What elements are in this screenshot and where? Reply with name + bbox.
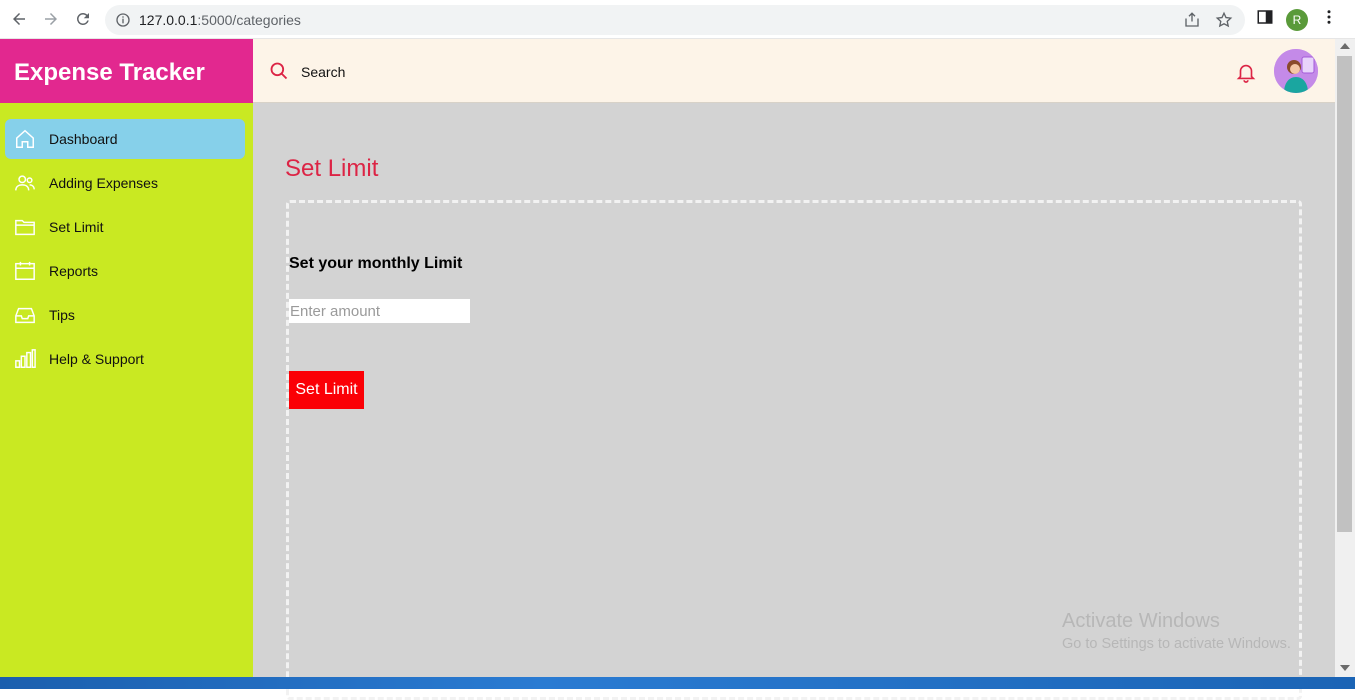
more-menu-icon[interactable] <box>1320 8 1338 26</box>
forward-button[interactable] <box>40 8 62 30</box>
scroll-down-arrow-icon[interactable] <box>1340 665 1350 671</box>
star-icon[interactable] <box>1215 11 1233 29</box>
set-limit-button[interactable]: Set Limit <box>289 371 364 409</box>
bar-chart-icon <box>15 349 36 368</box>
sidebar-item-dashboard[interactable]: Dashboard <box>5 119 245 159</box>
sidebar-item-adding-expenses[interactable]: Adding Expenses <box>5 163 245 203</box>
page-scrollbar[interactable] <box>1335 39 1355 677</box>
user-avatar-image <box>1274 49 1318 93</box>
home-icon <box>16 129 34 148</box>
users-icon <box>15 175 35 191</box>
folder-icon <box>15 219 35 236</box>
activation-watermark-subtitle: Go to Settings to activate Windows. <box>1062 636 1291 652</box>
form-heading: Set your monthly Limit <box>289 255 463 272</box>
brand-header: Expense Tracker <box>0 39 253 103</box>
address-bar[interactable]: 127.0.0.1:5000/categories <box>105 5 1245 35</box>
calendar-icon <box>15 261 35 280</box>
sidebar-item-label: Help & Support <box>49 351 144 367</box>
sidebar-item-label: Reports <box>49 263 99 279</box>
sidebar-item-label: Adding Expenses <box>49 175 158 191</box>
profile-avatar[interactable]: R <box>1286 9 1308 31</box>
back-button[interactable] <box>8 8 30 30</box>
scroll-up-arrow-icon[interactable] <box>1340 43 1350 49</box>
scroll-thumb[interactable] <box>1337 56 1352 532</box>
page-title: Set Limit <box>285 155 379 182</box>
search-icon[interactable] <box>269 61 289 81</box>
user-avatar[interactable] <box>1274 49 1318 93</box>
amount-input[interactable] <box>289 299 470 323</box>
os-taskbar <box>0 677 1355 689</box>
inbox-icon <box>15 307 35 324</box>
main-content: Set Limit Set your monthly Limit Set Lim… <box>253 103 1335 700</box>
activation-watermark-title: Activate Windows <box>1062 610 1220 632</box>
sidebar-item-reports[interactable]: Reports <box>5 251 245 291</box>
reload-button[interactable] <box>72 8 94 30</box>
share-icon[interactable] <box>1183 11 1201 29</box>
browser-toolbar: 127.0.0.1:5000/categories R <box>0 0 1355 39</box>
top-header: Search <box>253 39 1335 103</box>
info-icon[interactable] <box>115 12 131 28</box>
sidebar-item-label: Tips <box>49 307 75 323</box>
side-panel-icon[interactable] <box>1256 8 1274 26</box>
app-title: Expense Tracker <box>14 59 205 86</box>
arrow-right-icon <box>45 13 57 25</box>
sidebar-item-label: Dashboard <box>49 131 118 147</box>
bell-icon[interactable] <box>1235 61 1257 83</box>
sidebar-item-set-limit[interactable]: Set Limit <box>5 207 245 247</box>
sidebar: Expense Tracker Dashboard Adding Expense… <box>0 39 253 689</box>
sidebar-item-tips[interactable]: Tips <box>5 295 245 335</box>
arrow-left-icon <box>13 13 25 25</box>
search-label[interactable]: Search <box>301 64 345 80</box>
reload-icon <box>76 12 89 25</box>
sidebar-item-help-support[interactable]: Help & Support <box>5 339 245 379</box>
url-text: 127.0.0.1:5000/categories <box>139 12 301 28</box>
sidebar-item-label: Set Limit <box>49 219 104 235</box>
